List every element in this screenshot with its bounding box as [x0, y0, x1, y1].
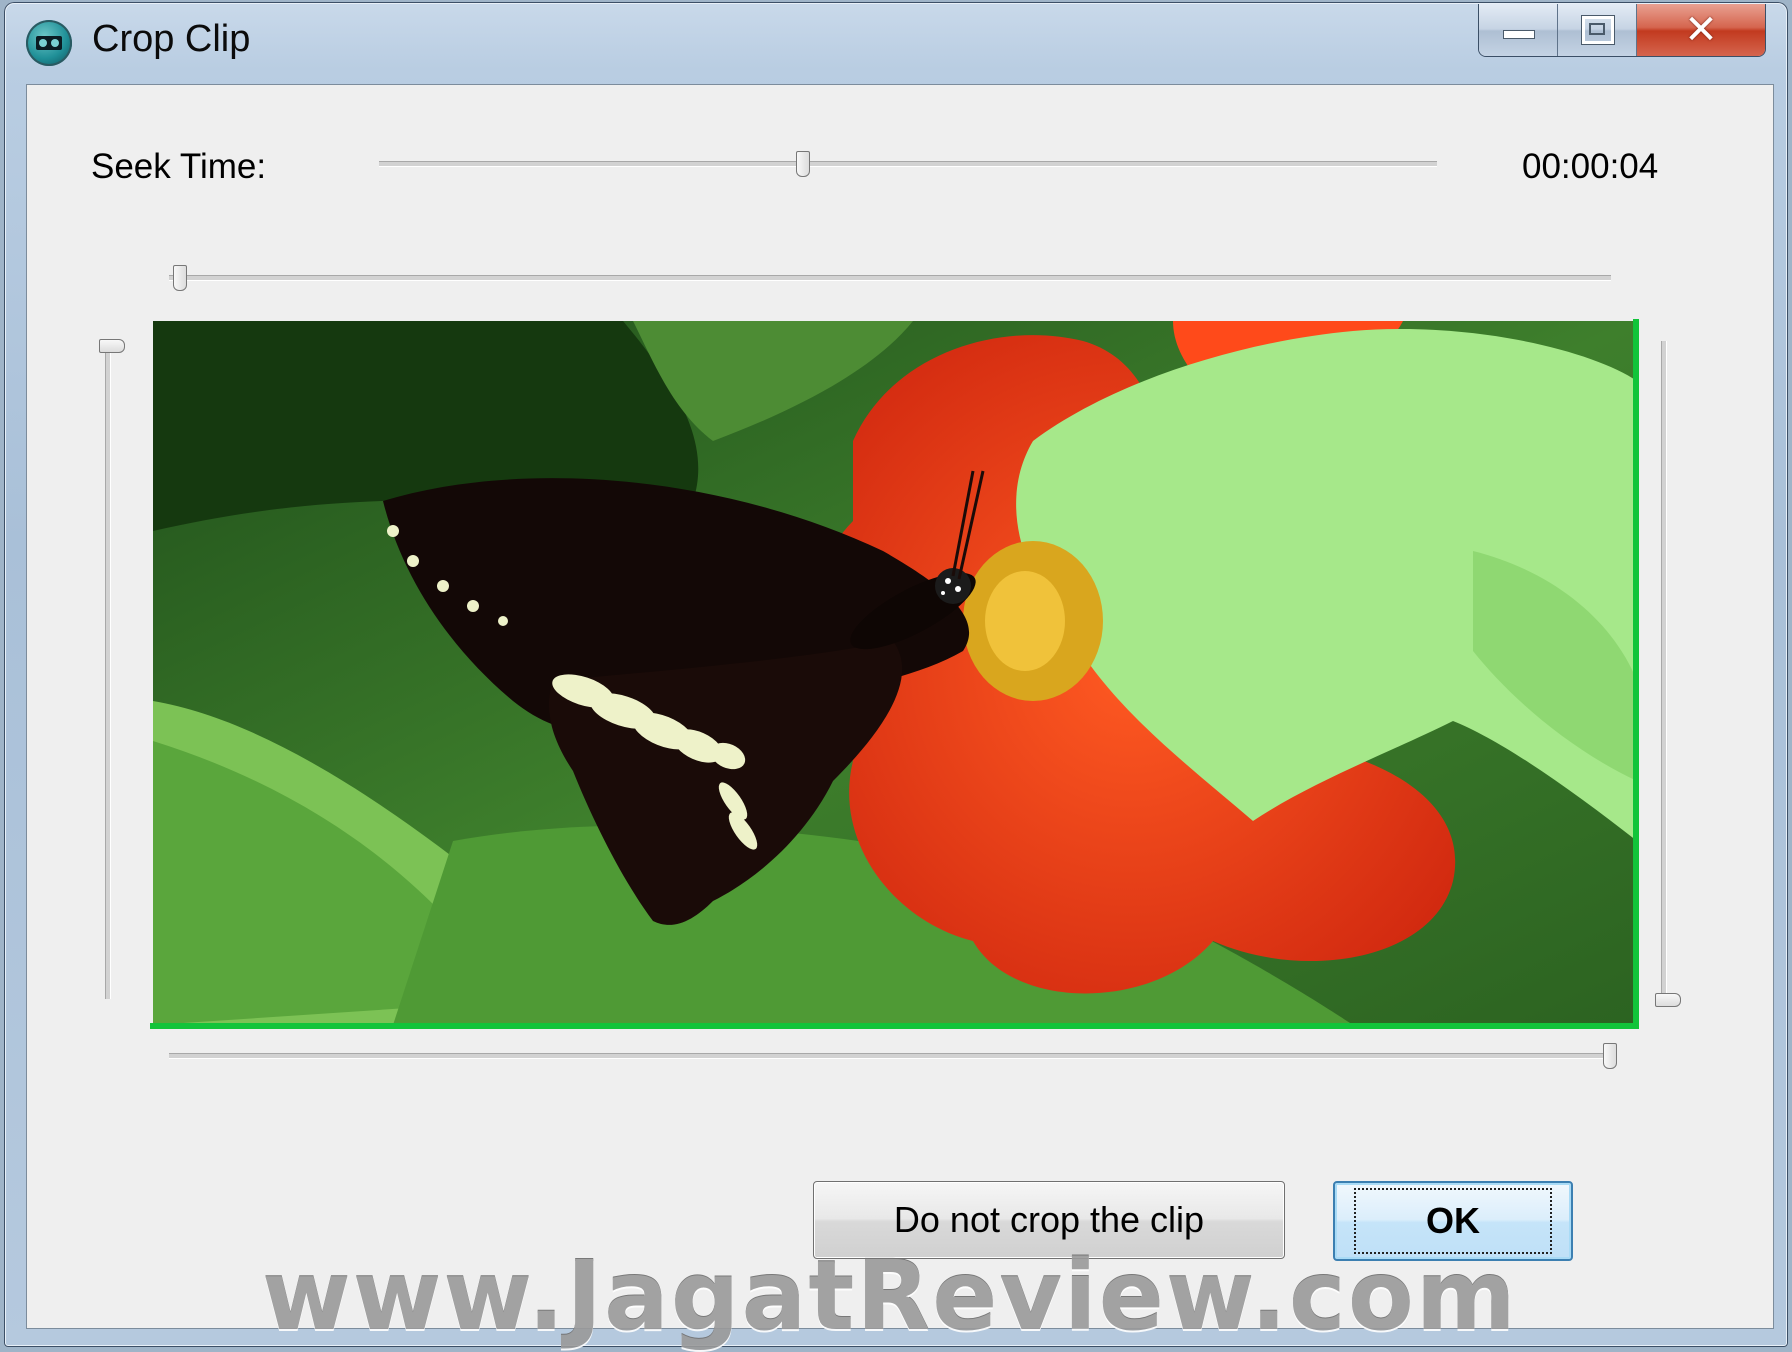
crop-top-slider-track[interactable]	[105, 341, 111, 999]
seek-slider-thumb[interactable]	[796, 151, 811, 177]
caption-buttons: ✕	[1478, 4, 1766, 57]
minimize-button[interactable]	[1479, 4, 1558, 56]
crop-top-slider-thumb[interactable]	[99, 339, 125, 353]
maximize-button[interactable]	[1558, 4, 1637, 56]
crop-clip-window: Crop Clip ✕ Seek Time: 00:00:04 Do not c…	[4, 2, 1788, 1347]
do-not-crop-label: Do not crop the clip	[893, 1199, 1205, 1240]
close-icon: ✕	[1684, 7, 1718, 53]
film-reel-icon	[26, 20, 72, 66]
window-title: Crop Clip	[92, 18, 251, 60]
maximize-icon	[1582, 16, 1614, 44]
video-frame-image	[153, 321, 1637, 1025]
watermark-text: www.JagatReview.com	[262, 1240, 1518, 1352]
seek-slider-track[interactable]	[379, 161, 1437, 167]
crop-left-slider-thumb[interactable]	[173, 265, 187, 291]
seek-time-value: 00:00:04	[1522, 147, 1659, 186]
video-preview	[153, 321, 1637, 1025]
dialog-client-area: Seek Time: 00:00:04 Do not crop the clip…	[26, 84, 1774, 1329]
crop-right-slider-thumb[interactable]	[1603, 1043, 1617, 1069]
crop-right-slider-track[interactable]	[169, 1053, 1611, 1059]
seek-time-label: Seek Time:	[91, 147, 267, 186]
crop-bottom-slider-thumb[interactable]	[1655, 993, 1681, 1007]
crop-boundary-right	[1633, 319, 1639, 1029]
ok-label: OK	[1354, 1188, 1552, 1254]
minimize-icon	[1503, 30, 1535, 39]
title-bar[interactable]: Crop Clip ✕	[4, 2, 1788, 84]
close-button[interactable]: ✕	[1637, 4, 1765, 56]
crop-left-slider-track[interactable]	[169, 275, 1611, 281]
crop-boundary-bottom	[150, 1023, 1639, 1029]
crop-bottom-slider-track[interactable]	[1661, 341, 1667, 999]
